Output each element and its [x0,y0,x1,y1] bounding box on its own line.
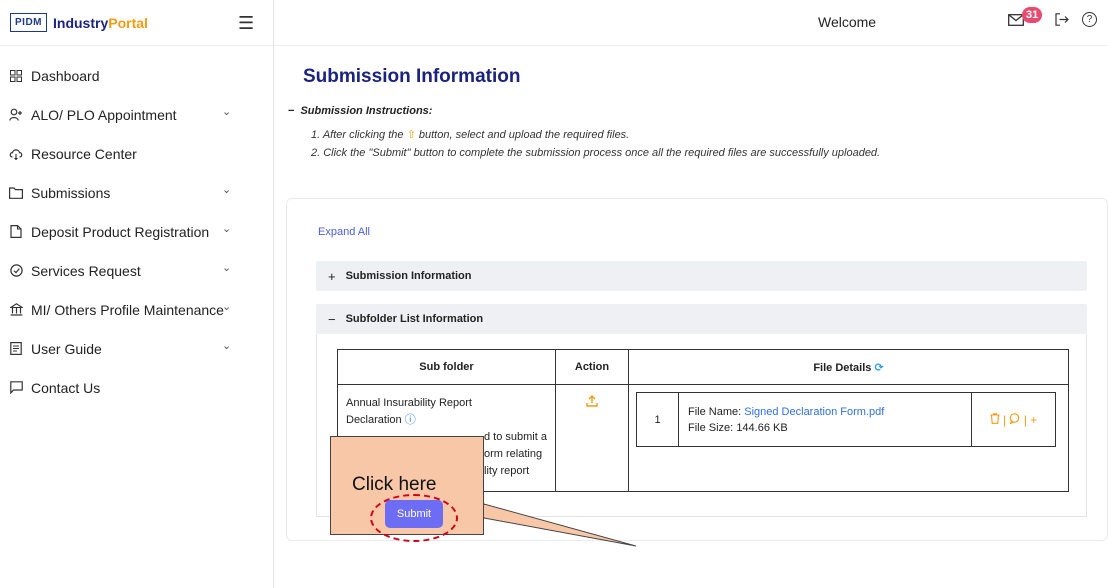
add-icon[interactable]: + [1030,413,1037,427]
header-file-details-label: File Details [813,361,872,374]
header-file-details: File Details ⟳ [628,349,1069,385]
grid-icon [9,69,23,83]
file-name-link[interactable]: Signed Declaration Form.pdf [744,406,884,418]
file-info: File Name: Signed Declaration Form.pdf F… [678,392,972,447]
logout-icon[interactable] [1055,13,1069,29]
guide-icon [9,342,23,356]
instruction-line-1: 1. After clicking the ⇧ button, select a… [311,128,629,141]
upload-icon: ⇧ [406,129,416,141]
sidebar-item-user-guide[interactable]: User Guide ⌄ [0,329,273,368]
chevron-down-icon[interactable]: ⌄ [222,339,231,352]
welcome-text: Welcome [818,14,877,30]
delete-icon[interactable] [990,412,1003,427]
subfolder-name-line2-wrap: Declaration ⓘ [346,412,547,429]
sidebar-item-deposit-product[interactable]: Deposit Product Registration ⌄ [0,212,273,251]
sidebar-item-dashboard[interactable]: Dashboard [0,56,273,95]
instructions-toggle[interactable]: − Submission Instructions: [288,105,432,117]
sidebar-item-label: User Guide [31,340,102,357]
file-actions: | | + [971,392,1056,447]
hamburger-menu-icon[interactable]: ☰ [238,13,254,34]
expand-icon: + [328,268,336,284]
file-size-value: 144.66 KB [736,421,788,434]
instructions-heading: Submission Instructions: [300,105,433,117]
brand[interactable]: PIDM IndustryPortal [0,0,273,46]
collapse-icon: − [328,311,336,327]
sidebar-item-label: Services Request [31,262,141,279]
chevron-down-icon[interactable]: ⌄ [222,105,231,118]
brand-name-part1: Industry [53,14,109,31]
sidebar-item-services-request[interactable]: Services Request ⌄ [0,251,273,290]
topbar: Welcome 31 ? [274,0,1108,46]
chevron-down-icon[interactable]: ⌄ [222,183,231,196]
folder-icon [9,186,23,200]
accordion-subfolder-list[interactable]: − Subfolder List Information [316,304,1087,334]
instruction-1-after: button, select and upload the required f… [418,129,630,141]
sidebar-item-label: Deposit Product Registration [31,223,210,240]
sidebar-item-label: Submissions [31,184,111,201]
sidebar-item-label: Dashboard [31,67,100,84]
accordion-label: Subfolder List Information [345,313,484,325]
accordion-label: Submission Information [345,270,472,282]
collapse-icon: − [288,105,295,117]
instruction-line-2: 2. Click the "Submit" button to complete… [311,147,881,159]
file-size-label: File Size: [688,421,734,434]
message-icon [9,381,23,395]
accordion-submission-information[interactable]: + Submission Information [316,261,1087,291]
header-sub-folder: Sub folder [337,349,556,385]
expand-all-link[interactable]: Expand All [318,226,370,238]
subfolder-name-line2: Declaration [346,414,402,426]
refresh-icon[interactable]: ⟳ [874,362,883,374]
file-row: 1 File Name: Signed Declaration Form.pdf… [636,392,1056,447]
app-root: PIDM IndustryPortal ☰ Dashboard ALO/ PLO… [0,0,1108,588]
file-list-table: 1 File Name: Signed Declaration Form.pdf… [636,392,1056,447]
document-icon [9,225,23,239]
sidebar-item-label: MI/ Others Profile Maintenance [31,301,224,318]
chevron-down-icon[interactable]: ⌄ [222,261,231,274]
sidebar-item-resource-center[interactable]: Resource Center [0,134,273,173]
mail-count-badge: 31 [1022,7,1043,23]
table-header-row: Sub folder Action File Details ⟳ [337,349,1069,385]
sidebar-item-submissions[interactable]: Submissions ⌄ [0,173,273,212]
sidebar-item-label: ALO/ PLO Appointment [31,106,177,123]
chevron-down-icon[interactable]: ⌄ [222,300,231,313]
user-add-icon [9,108,23,122]
sidebar-item-contact-us[interactable]: Contact Us [0,368,273,407]
info-icon[interactable]: ⓘ [405,414,416,426]
sidebar: PIDM IndustryPortal ☰ Dashboard ALO/ PLO… [0,0,274,588]
brand-name: IndustryPortal [53,15,148,31]
page-title: Submission Information [303,66,521,87]
header-action: Action [555,349,629,385]
chevron-down-icon[interactable]: ⌄ [222,222,231,235]
instruction-1-before: 1. After clicking the [311,129,404,141]
help-icon[interactable]: ? [1082,12,1097,27]
subfolder-name-line1: Annual Insurability Report [346,397,472,409]
sidebar-item-profile-maintenance[interactable]: MI/ Others Profile Maintenance ⌄ [0,290,273,329]
sidebar-item-alo-plo[interactable]: ALO/ PLO Appointment ⌄ [0,95,273,134]
sidebar-item-label: Resource Center [31,145,137,162]
comment-icon[interactable] [1009,412,1023,427]
action-cell [555,384,629,492]
brand-name-part2: Portal [108,14,148,31]
bank-icon [9,303,23,317]
pidm-logo: PIDM [10,13,47,32]
file-number: 1 [636,392,679,447]
badge-icon [9,264,23,278]
sidebar-nav: Dashboard ALO/ PLO Appointment ⌄ Resourc… [0,56,273,407]
sidebar-item-label: Contact Us [31,379,101,396]
upload-icon[interactable] [586,395,598,410]
callout-text: Click here [352,474,437,495]
submit-button[interactable]: Submit [385,500,443,528]
file-details-cell: 1 File Name: Signed Declaration Form.pdf… [628,384,1069,492]
separator: | [1023,412,1027,427]
file-name-label: File Name: [688,405,742,418]
cloud-icon [9,147,23,161]
separator: | [1003,412,1007,427]
